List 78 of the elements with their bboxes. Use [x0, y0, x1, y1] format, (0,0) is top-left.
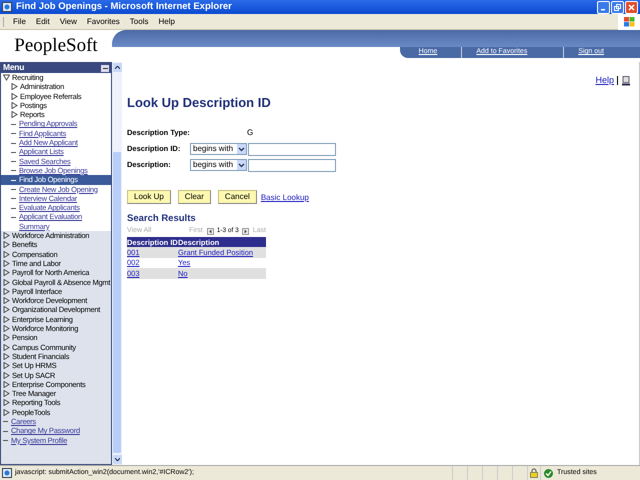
action-button[interactable]: Look Up	[127, 190, 171, 204]
operator-dropdown[interactable]: begins with	[190, 159, 247, 171]
basic-lookup-link[interactable]: Basic Lookup	[260, 192, 309, 204]
window-title: Find Job Openings - Microsoft Internet Explorer	[16, 0, 232, 14]
collapsed-triangle-icon[interactable]	[3, 278, 10, 286]
menu-bar-item[interactable]: Edit	[30, 16, 55, 28]
page-icon[interactable]	[621, 76, 631, 86]
collapsed-triangle-icon[interactable]	[3, 297, 10, 304]
minimize-button[interactable]	[597, 0, 610, 14]
menu-bar-item[interactable]: Help	[153, 16, 180, 28]
menu-bar-item[interactable]: View	[54, 16, 82, 28]
dash-icon	[3, 430, 8, 432]
collapsed-triangle-icon[interactable]	[3, 250, 10, 258]
help-link[interactable]: Help	[595, 74, 614, 88]
collapsed-triangle-icon[interactable]	[3, 232, 10, 240]
dash-icon	[11, 161, 16, 162]
collapsed-triangle-icon[interactable]	[3, 372, 10, 378]
browser-icon	[2, 2, 12, 12]
dash-icon	[11, 170, 16, 172]
peoplesoft-logo: PeopleSoft	[14, 34, 98, 58]
collapsed-triangle-icon[interactable]	[3, 390, 10, 398]
menu-bar-item[interactable]: Favorites	[82, 16, 125, 28]
collapsed-triangle-icon[interactable]	[3, 241, 10, 248]
field-value: G	[247, 127, 254, 139]
dash-icon	[3, 440, 8, 442]
check-icon	[544, 468, 553, 478]
collapsed-triangle-icon[interactable]	[3, 344, 10, 351]
lock-icon	[530, 468, 538, 478]
collapsed-triangle-icon[interactable]	[3, 260, 10, 267]
collapsed-triangle-icon[interactable]	[3, 352, 10, 360]
close-icon[interactable]	[628, 4, 635, 10]
collapsed-triangle-icon[interactable]	[3, 334, 10, 342]
input-field[interactable]	[248, 142, 336, 156]
restore-button[interactable]	[611, 0, 624, 14]
menu-scrollbar[interactable]	[112, 62, 122, 465]
collapsed-triangle-icon[interactable]	[3, 362, 10, 370]
collapsed-triangle-icon[interactable]	[3, 306, 10, 314]
collapsed-triangle-icon[interactable]	[3, 325, 10, 332]
collapsed-triangle-icon[interactable]	[3, 269, 10, 276]
restore-icon[interactable]	[614, 4, 621, 10]
collapsed-triangle-icon[interactable]	[3, 380, 10, 388]
input-field[interactable]	[248, 158, 336, 172]
scroll-up-icon[interactable]	[112, 63, 122, 72]
next-arrow-icon[interactable]	[242, 228, 249, 235]
previous-arrow-icon[interactable]	[206, 228, 214, 235]
action-button[interactable]: Clear	[178, 190, 211, 204]
close-button[interactable]	[625, 0, 638, 14]
collapsed-triangle-icon[interactable]	[11, 102, 18, 109]
collapsed-triangle-icon[interactable]	[3, 316, 10, 323]
collapsed-triangle-icon[interactable]	[11, 92, 18, 100]
collapsed-triangle-icon[interactable]	[11, 83, 18, 90]
page-title: Look Up Description ID	[127, 94, 272, 112]
dash-icon	[11, 124, 16, 125]
section-title: Search Results	[127, 212, 197, 226]
dash-icon	[11, 152, 16, 153]
dash-icon	[11, 133, 16, 134]
windows-logo-icon	[618, 14, 640, 30]
action-button[interactable]: Cancel	[218, 190, 257, 204]
dash-icon	[11, 189, 16, 190]
collapsed-triangle-icon[interactable]	[11, 111, 18, 118]
menu-title: Menu	[3, 63, 24, 73]
dash-icon	[11, 180, 16, 181]
dash-icon	[3, 421, 8, 422]
collapsed-triangle-icon[interactable]	[3, 399, 10, 406]
dash-icon	[11, 142, 16, 144]
expanded-triangle-icon[interactable]	[3, 74, 10, 81]
dash-icon	[11, 208, 16, 209]
menu-bar-item[interactable]: File	[8, 16, 31, 28]
dash-icon	[11, 216, 16, 218]
scroll-thumb[interactable]	[113, 152, 121, 453]
dash-icon	[11, 198, 16, 200]
collapsed-triangle-icon[interactable]	[3, 288, 10, 295]
operator-dropdown[interactable]: begins with	[190, 143, 247, 155]
scroll-down-icon[interactable]	[112, 455, 122, 464]
menu-bar-item[interactable]: Tools	[124, 16, 154, 28]
page-icon	[2, 468, 12, 478]
collapse-icon[interactable]	[101, 64, 109, 72]
collapsed-triangle-icon[interactable]	[3, 408, 10, 416]
